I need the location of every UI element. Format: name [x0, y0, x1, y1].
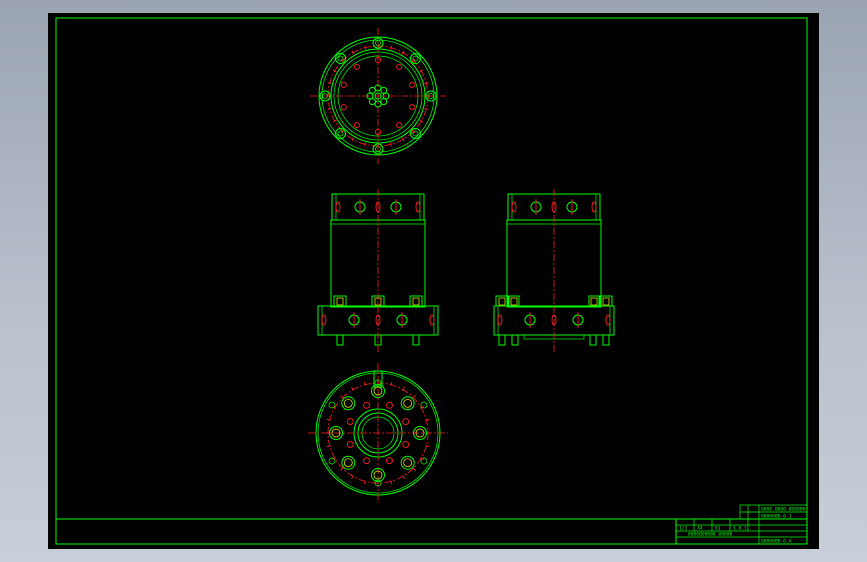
cad-drawing: .g { stroke: #00ff00; fill: none; stroke… [55, 17, 808, 545]
title-drawing-no-top: 0000000-0-1 [761, 514, 792, 520]
side-view [493, 189, 615, 353]
bottom-view [308, 363, 448, 503]
tb-footer: 0000000000 00000 [688, 532, 732, 538]
top-view [310, 28, 446, 164]
tb-scale: 1/1 [679, 526, 688, 532]
title-drawing-no-bottom: 0000000-0-A [761, 539, 792, 545]
front-view [317, 189, 439, 353]
tb-rev: 1.0.1 [733, 526, 747, 532]
tb-size: A4 [697, 526, 703, 532]
title-name: 0000-0000-000000 [761, 507, 805, 513]
tb-sheet: 01 [715, 526, 721, 532]
drawing-sheet: .g { stroke: #00ff00; fill: none; stroke… [48, 13, 819, 549]
title-block: 0000-0000-000000 0000000-0-1 1/1 A4 01 1… [676, 504, 808, 545]
